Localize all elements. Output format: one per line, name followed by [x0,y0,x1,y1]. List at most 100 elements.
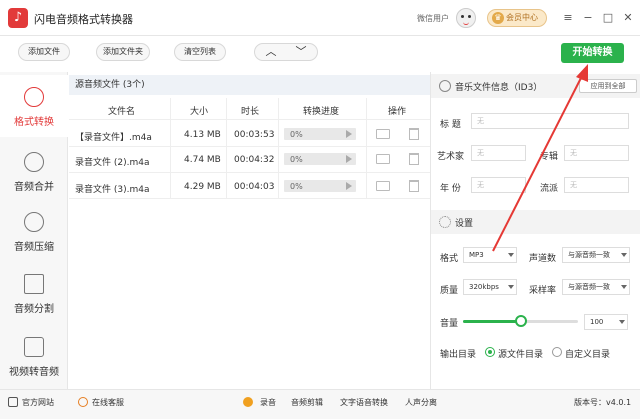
column-filename: 文件名 [108,107,136,117]
sidebar-item-audio-compress[interactable]: 音频压缩 [0,200,68,262]
channels-label: 声道数 [529,254,557,264]
samplerate-label: 采样率 [529,286,557,296]
minimize-icon[interactable]: − [580,10,596,26]
file-name: 录音文件 (2).m4a [75,158,150,168]
play-icon[interactable] [346,130,352,138]
genre-label: 流派 [540,184,559,194]
column-duration: 时长 [241,107,260,117]
website-icon [8,397,18,407]
genre-field[interactable]: 无 [564,177,629,193]
vocal-separation-link[interactable]: 人声分离 [405,397,437,408]
folder-icon[interactable] [376,129,390,139]
sidebar-item-audio-split[interactable]: 音频分割 [0,262,68,324]
volume-slider-fill [463,320,521,323]
app-logo-icon: ♪ [8,8,28,28]
chevron-down-icon [621,253,627,257]
user-name[interactable]: 微信用户 [417,13,449,24]
sidebar-item-label: 音频分割 [14,304,54,315]
output-custom-label: 自定义目录 [565,350,611,360]
apply-to-all-button[interactable]: 应用到全部 [579,79,637,93]
maximize-icon[interactable]: □ [600,10,616,26]
file-size: 4.74 MB [184,155,221,165]
merge-icon [24,152,44,172]
online-support-link[interactable]: 在线客服 [92,397,124,408]
sidebar-item-format-convert[interactable]: 格式转换 [0,75,68,137]
output-dir-label: 输出目录 [440,350,477,360]
file-duration: 00:03:53 [234,130,275,140]
official-website-link[interactable]: 官方网站 [22,397,54,408]
column-actions: 操作 [388,107,407,117]
record-icon [243,397,253,407]
sidebar-item-label: 视频转音频 [9,367,59,378]
column-divider [366,98,367,199]
artist-label: 艺术家 [437,152,465,162]
sidebar-item-label: 音频压缩 [14,242,54,253]
file-duration: 00:04:03 [234,182,275,192]
progress-text: 0% [290,182,303,191]
volume-slider-handle[interactable] [514,315,527,327]
headphones-icon [439,80,451,92]
play-icon[interactable] [346,155,352,163]
file-name: 录音文件 (3).m4a [75,185,150,195]
chevron-down-icon [619,320,625,324]
chevron-down-icon [508,285,514,289]
chevron-down-icon [508,253,514,257]
crown-icon: ♛ [492,12,504,24]
output-source-radio[interactable] [485,347,495,357]
title-label: 标 题 [440,120,461,130]
trash-icon[interactable] [409,128,419,140]
samplerate-select[interactable]: 与源音频一致 [562,279,630,295]
volume-label: 音量 [440,319,459,329]
headset-icon [78,397,88,407]
audio-edit-link[interactable]: 音频剪辑 [291,397,323,408]
column-divider [278,98,279,199]
app-title: 闪电音频格式转换器 [34,13,133,26]
chevron-down-icon [621,285,627,289]
trash-icon[interactable] [409,153,419,165]
sidebar-item-label: 格式转换 [14,117,54,128]
album-field[interactable]: 无 [564,145,629,161]
file-duration: 00:04:32 [234,155,275,165]
output-source-label: 源文件目录 [498,350,544,360]
progress-text: 0% [290,155,303,164]
add-folder-button[interactable]: 添加文件夹 [96,43,150,61]
folder-icon[interactable] [376,181,390,191]
video-icon [24,337,44,357]
quality-label: 质量 [440,286,459,296]
sidebar-item-video-to-audio[interactable]: 视频转音频 [0,325,68,387]
start-convert-button[interactable]: 开始转换 [561,43,624,63]
column-divider [170,98,171,199]
version-label: 版本号：v4.0.1 [574,398,632,407]
split-icon [24,274,44,294]
album-label: 专辑 [540,152,559,162]
channels-select[interactable]: 与源音频一致 [562,247,630,263]
output-custom-radio[interactable] [552,347,562,357]
id3-title: 音乐文件信息（ID3） [455,83,543,93]
column-size: 大小 [190,107,209,117]
year-label: 年 份 [440,184,461,194]
folder-icon[interactable] [376,154,390,164]
text-to-speech-link[interactable]: 文字语音转换 [340,397,388,408]
artist-field[interactable]: 无 [471,145,526,161]
format-label: 格式 [440,254,459,264]
menu-icon[interactable]: ≡ [560,10,576,26]
record-link[interactable]: 录音 [260,397,276,408]
file-name: 【录音文件】.m4a [75,133,152,143]
column-progress: 转换进度 [303,107,340,117]
sidebar-item-audio-merge[interactable]: 音频合并 [0,140,68,202]
compress-icon [24,212,44,232]
play-icon[interactable] [346,182,352,190]
file-list-header: 源音频文件 (3个) [69,75,430,95]
title-field[interactable]: 无 [471,113,629,129]
move-up-button[interactable]: ︿ [256,43,286,61]
refresh-icon [24,87,44,107]
add-file-button[interactable]: 添加文件 [18,43,70,61]
move-down-button[interactable]: ﹀ [286,43,316,61]
year-field[interactable]: 无 [471,177,526,193]
avatar[interactable] [456,8,476,28]
clear-list-button[interactable]: 清空列表 [174,43,226,61]
trash-icon[interactable] [409,180,419,192]
sidebar-item-label: 音频合并 [14,182,54,193]
file-size: 4.13 MB [184,130,221,140]
close-icon[interactable]: ✕ [620,10,636,26]
